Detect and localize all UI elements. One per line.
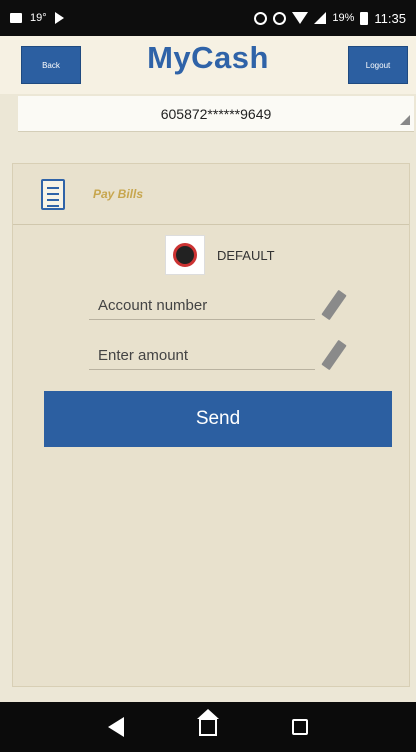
amount-row: [89, 339, 385, 371]
status-left: 19°: [10, 12, 64, 24]
navigation-bar: [0, 702, 416, 752]
logout-button[interactable]: Logout: [348, 46, 408, 84]
play-icon: [54, 12, 64, 24]
battery-percent: 19%: [332, 12, 355, 24]
notification-icon: [10, 13, 22, 23]
signal-icon: [314, 12, 327, 24]
pencil-icon: [321, 339, 347, 371]
temperature-text: 19°: [30, 12, 47, 24]
panel-title: Pay Bills: [93, 187, 144, 201]
amount-input[interactable]: [89, 342, 315, 370]
nav-recents-icon[interactable]: [292, 719, 309, 735]
biller-logo: [165, 235, 205, 275]
status-right: 19% 11:35: [254, 11, 406, 26]
nav-back-icon[interactable]: [107, 717, 124, 737]
account-number-row: [89, 289, 385, 321]
pay-bills-panel: Pay Bills DEFAULT Send: [12, 163, 410, 687]
biller-name: DEFAULT: [217, 247, 275, 263]
account-selector[interactable]: 605872******9649: [18, 96, 414, 132]
account-number: 605872******9649: [160, 105, 272, 122]
biller: DEFAULT: [165, 235, 275, 275]
document-icon: [41, 178, 65, 210]
status-bar: 19° 19% 11:35: [0, 0, 416, 36]
send-button[interactable]: Send: [44, 391, 392, 447]
alarm-icon: [273, 11, 287, 25]
wifi-icon: [292, 12, 309, 24]
pencil-icon: [321, 289, 347, 321]
panel-header: Pay Bills: [13, 164, 409, 225]
dropdown-caret-icon: [400, 115, 410, 125]
clock: 11:35: [374, 10, 406, 26]
account-number-input[interactable]: [89, 292, 315, 320]
app-header: Back MyCash Logout: [0, 36, 416, 94]
nav-home-icon[interactable]: [196, 709, 219, 736]
battery-icon: [360, 11, 369, 25]
biller-logo-mark: [173, 243, 197, 267]
sync-icon: [254, 11, 268, 25]
